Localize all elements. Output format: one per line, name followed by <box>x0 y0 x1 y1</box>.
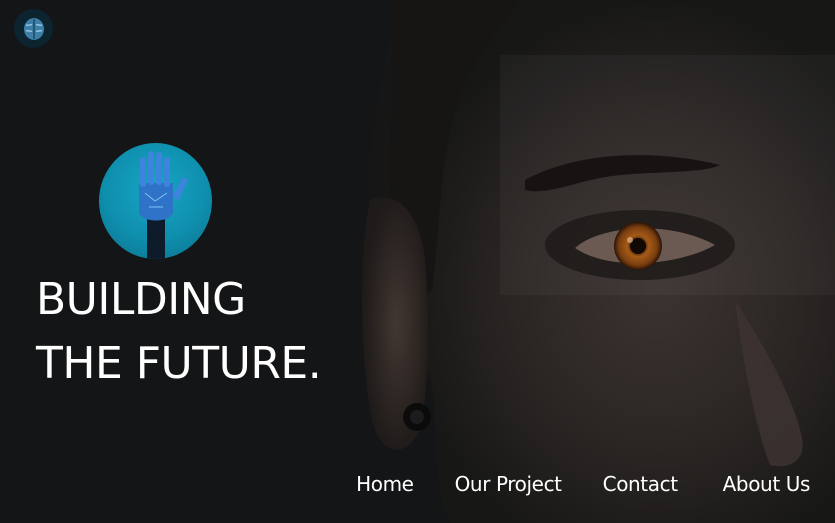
robot-hand-icon <box>139 151 188 259</box>
headline-line-2: THE FUTURE. <box>36 338 322 389</box>
nav-link-our-project[interactable]: Our Project <box>455 468 562 500</box>
hero-hand-badge <box>99 143 212 259</box>
brain-icon <box>23 17 44 40</box>
nav-link-home[interactable]: Home <box>356 468 414 500</box>
nav-link-about-us[interactable]: About Us <box>723 468 811 500</box>
hero-section: BUILDING THE FUTURE. Home Our Project Co… <box>0 0 835 523</box>
nav-link-contact[interactable]: Contact <box>603 468 678 500</box>
hero-headline: BUILDING THE FUTURE. <box>36 268 322 396</box>
main-nav: Home Our Project Contact About Us <box>356 468 810 500</box>
headline-line-1: BUILDING <box>36 274 246 325</box>
background-photo <box>0 0 835 523</box>
brand-logo[interactable] <box>14 9 53 48</box>
